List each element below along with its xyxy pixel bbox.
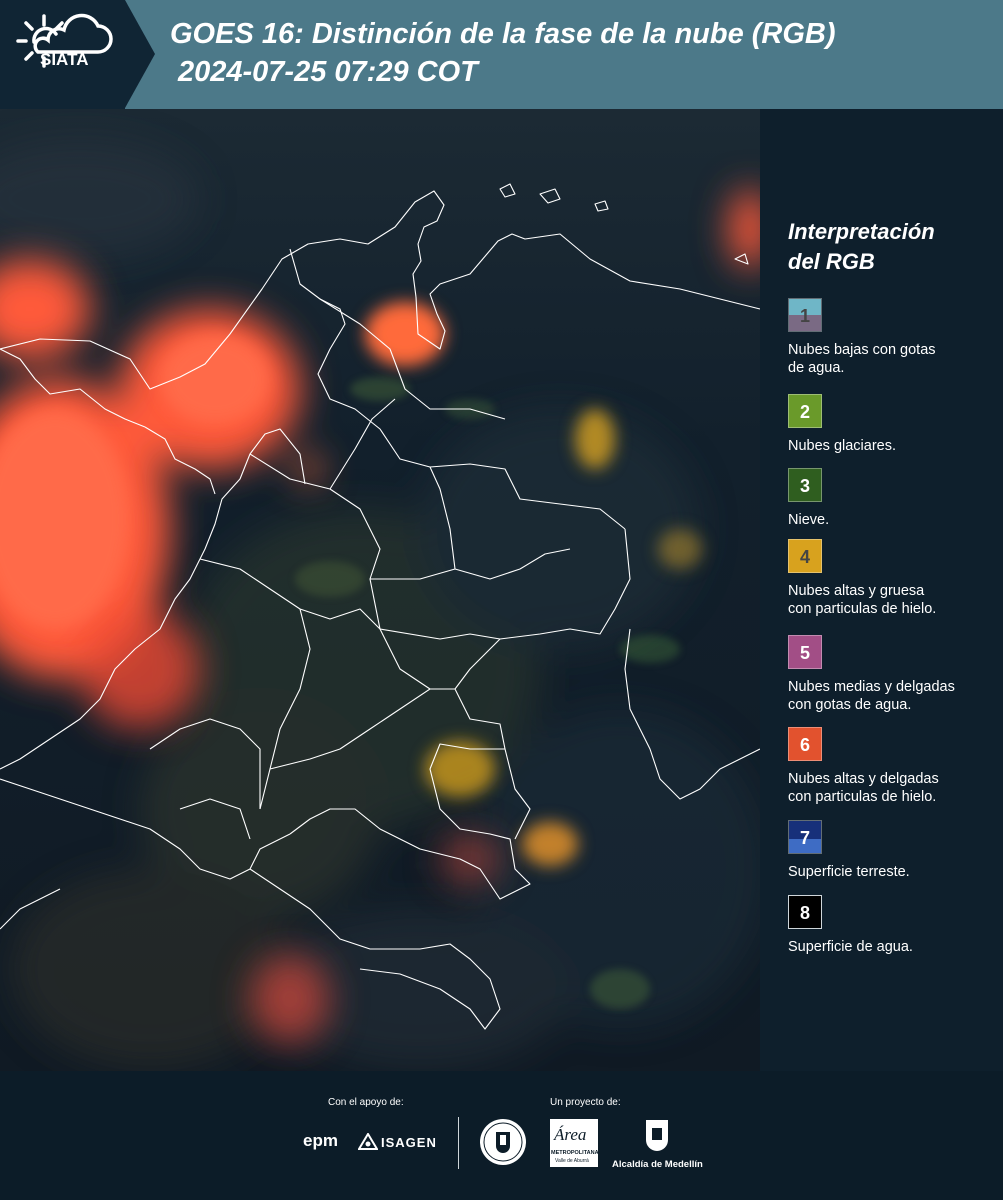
legend-swatch: 1: [788, 298, 822, 332]
legend-label: Nubes glaciares.: [788, 438, 896, 454]
legend-label: Nubes medias y delgadas con gotas de agua…: [788, 679, 955, 713]
legend-item: 1 Nubes bajas con gotas de agua.: [788, 298, 998, 377]
legend-label: Nubes bajas con gotas de agua.: [788, 342, 936, 376]
legend-item: 5 Nubes medias y delgadas con gotas de ag…: [788, 635, 998, 714]
project-label: Un proyecto de:: [550, 1097, 621, 1108]
logo-arrow-shape: [125, 0, 155, 108]
area-logo-sub1: METROPOLITANA: [551, 1150, 599, 1156]
page-title: GOES 16: Distinción de la fase de la nub…: [170, 18, 836, 50]
legend-title: Interpretación del RGB: [788, 217, 988, 277]
legend-item: 8 Superficie de agua.: [788, 895, 998, 956]
legend-label: Superficie de agua.: [788, 939, 913, 955]
legend-number: 5: [799, 643, 810, 663]
legend-number: 4: [799, 547, 810, 567]
isagen-icon: [358, 1133, 378, 1150]
legend-panel: Interpretación del RGB 1 Nubes bajas con…: [760, 109, 1003, 1071]
page-timestamp: 2024-07-25 07:29 COT: [178, 56, 478, 88]
legend-label: Nubes altas y delgadas con particulas de …: [788, 771, 939, 805]
legend-number: 6: [799, 735, 810, 755]
legend-swatch: 4: [788, 539, 822, 573]
legend-item: 2 Nubes glaciares.: [788, 394, 998, 455]
isagen-logo: ISAGEN: [381, 1135, 437, 1150]
legend-number: 3: [799, 476, 810, 496]
legend-swatch: 3: [788, 468, 822, 502]
legend-item: 4 Nubes altas y gruesa con particulas de …: [788, 539, 998, 618]
footer-divider: [458, 1117, 459, 1169]
area-logo-text: Área: [554, 1125, 587, 1144]
legend-swatch: 2: [788, 394, 822, 428]
legend-title-line1: Interpretación: [788, 219, 935, 244]
header-bar: SIATA GOES 16: Distinción de la fase de …: [0, 0, 1003, 109]
satellite-image: [0, 109, 760, 1071]
legend-swatch: 5: [788, 635, 822, 669]
legend-swatch: 6: [788, 727, 822, 761]
legend-item: 3 Nieve.: [788, 468, 998, 529]
epm-logo: epm: [303, 1131, 338, 1150]
legend-label: Nieve.: [788, 512, 830, 528]
support-label: Con el apoyo de:: [328, 1097, 404, 1108]
legend-swatch: 7: [788, 820, 822, 854]
legend-item: 7 Superficie terreste.: [788, 820, 998, 881]
siata-logo: SIATA: [16, 13, 113, 69]
area-logo-sub2: Valle de Aburrá: [555, 1158, 589, 1164]
legend-swatch: 8: [788, 895, 822, 929]
legend-number: 7: [799, 828, 810, 848]
legend-label: Nubes altas y gruesa con particulas de hi…: [788, 583, 937, 617]
legend-number: 1: [799, 306, 810, 326]
svg-text:SIATA: SIATA: [40, 50, 88, 69]
legend-title-line2: del RGB: [788, 249, 875, 274]
alcaldia-shield-icon: [646, 1120, 668, 1151]
legend-label: Superficie terreste.: [788, 864, 910, 880]
legend-item: 6 Nubes altas y delgadas con particulas d…: [788, 727, 998, 806]
legend-number: 2: [799, 402, 810, 422]
area-metropolitana-logo: Área METROPOLITANA Valle de Aburrá: [550, 1119, 599, 1167]
legend-number: 8: [799, 903, 810, 923]
alcaldia-logo: Alcaldía de Medellín: [612, 1159, 703, 1170]
footer: Con el apoyo de: Un proyecto de: epm ISA…: [0, 1071, 1003, 1200]
seal-logo: [480, 1119, 526, 1165]
satellite-map: [0, 109, 760, 1071]
